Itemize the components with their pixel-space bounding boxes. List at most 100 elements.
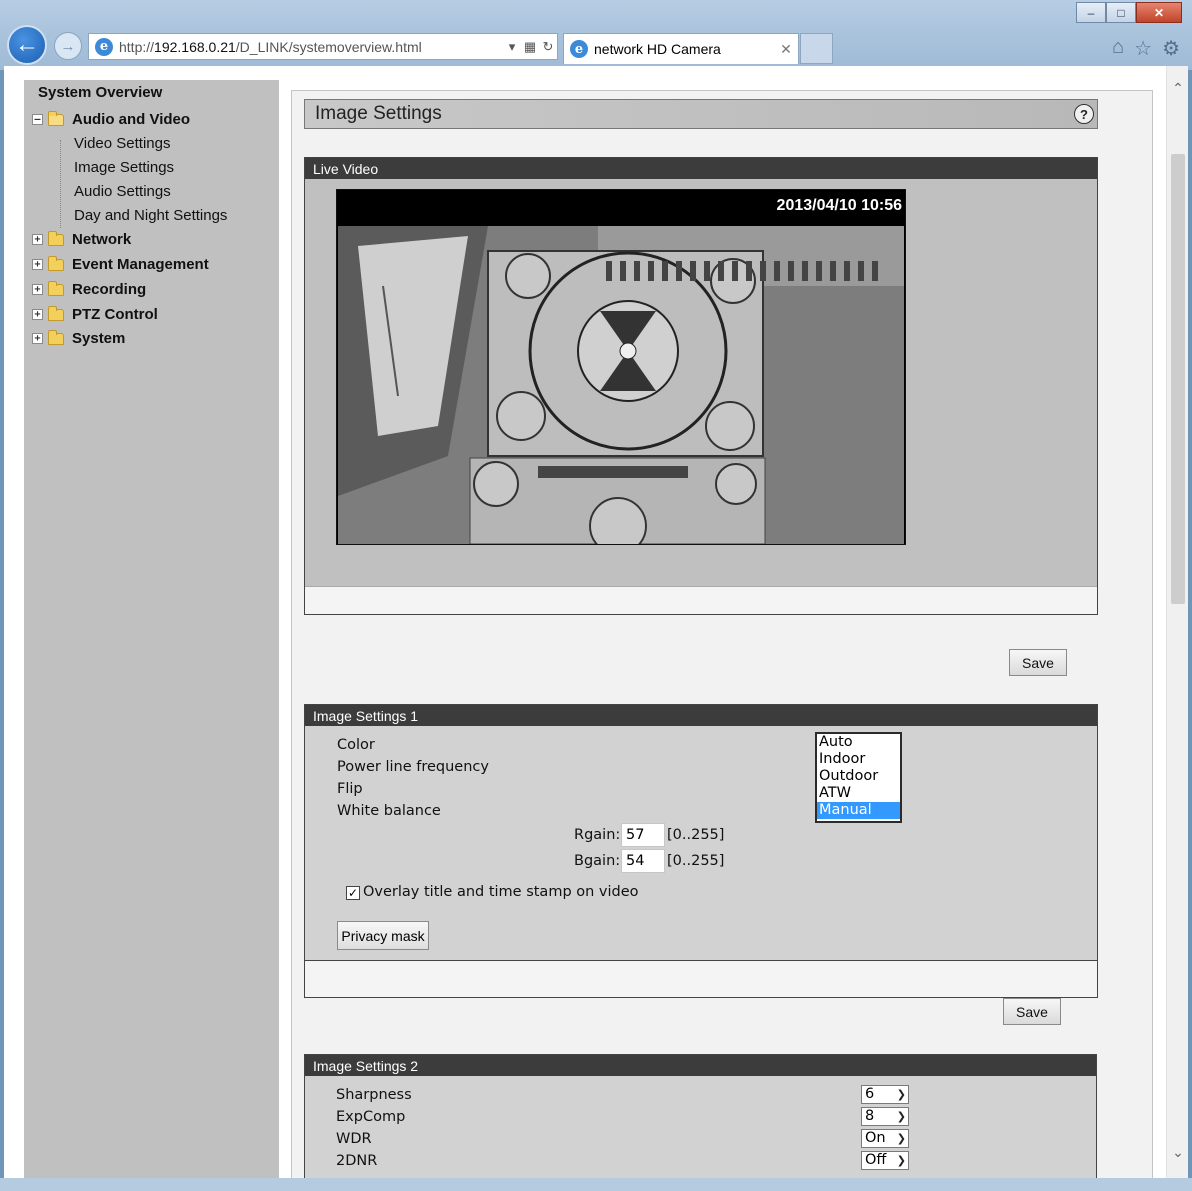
scroll-up-icon[interactable]: ⌃ [1167,80,1188,100]
section-header: Image Settings 2 [305,1055,1096,1076]
overlay-checkbox[interactable]: ✓ [346,886,360,900]
white-balance-listbox[interactable]: Auto Indoor Outdoor ATW Manual [815,732,902,823]
close-window-button[interactable]: ✕ [1136,2,1182,23]
refresh-icon[interactable]: ↻ [539,39,557,55]
expand-icon[interactable]: + [32,333,43,344]
url-text[interactable]: http://192.168.0.21/D_LINK/systemovervie… [119,39,503,55]
browser-tab[interactable]: e network HD Camera ✕ [563,33,799,64]
section-header: Image Settings 1 [305,705,1097,726]
expcomp-label: ExpComp [336,1109,406,1125]
select-value: 6 [865,1086,875,1102]
rgain-label: Rgain: [574,827,621,843]
power-line-frequency-label: Power line frequency [337,759,489,775]
video-player[interactable]: 2013/04/10 10:56 [336,189,906,545]
folder-icon [48,255,64,271]
ie-page-icon: e [95,37,113,56]
main-panel: Image Settings ? Live Video 2013/04/10 1… [291,90,1153,1178]
nav-label: Audio and Video [72,111,191,128]
image-settings-1-body: Color Power line frequency Flip White ba… [305,726,1097,960]
nav-item-audio-and-video[interactable]: – Audio and Video [32,110,191,128]
bgain-label: Bgain: [574,853,621,869]
minimize-button[interactable]: – [1076,2,1106,23]
tree-connector-line [60,140,61,228]
ie-tab-icon: e [570,40,588,58]
forward-button[interactable]: → [54,32,82,60]
nav-item-video-settings[interactable]: Video Settings [74,135,170,152]
select-value: 8 [865,1108,875,1124]
save-button[interactable]: Save [1009,649,1067,676]
nav-item-image-settings[interactable]: Image Settings [74,159,174,176]
rgain-range: [0..255] [667,827,725,843]
maximize-button[interactable]: □ [1106,2,1136,23]
url-prefix: http:// [119,38,155,55]
dropdown-arrow-icon[interactable]: ▾ [503,39,521,55]
page-viewport: System Overview – Audio and Video Video … [4,66,1188,1178]
compatibility-icon[interactable]: ▦ [521,39,539,55]
address-bar[interactable]: e http://192.168.0.21/D_LINK/systemoverv… [88,33,558,60]
expcomp-select[interactable]: 8 ❯ [861,1107,909,1126]
vertical-scrollbar[interactable]: ⌃ ⌄ [1166,66,1188,1178]
window-controls: – □ ✕ [1076,2,1182,23]
help-icon[interactable]: ? [1074,104,1094,124]
scroll-thumb[interactable] [1171,154,1185,604]
nav-item-ptz-control[interactable]: + PTZ Control [32,305,158,323]
nav-item-day-and-night-settings[interactable]: Day and Night Settings [74,207,227,224]
live-video-area: 2013/04/10 10:56 [305,179,1097,586]
chevron-down-icon: ❯ [896,1088,906,1101]
window-titlebar: – □ ✕ ← → e http://192.168.0.21/D_LINK/s… [0,0,1192,70]
nav-label: Day and Night Settings [74,207,228,224]
2dnr-label: 2DNR [336,1153,378,1169]
expand-icon[interactable]: + [32,259,43,270]
wdr-select[interactable]: On ❯ [861,1129,909,1148]
expand-icon[interactable]: + [32,284,43,295]
tab-close-icon[interactable]: ✕ [774,41,798,58]
home-icon[interactable]: ⌂ [1112,36,1124,61]
new-tab-button[interactable] [800,33,833,64]
camera-feed-image [338,226,904,544]
expand-icon[interactable]: + [32,234,43,245]
2dnr-select[interactable]: Off ❯ [861,1151,909,1170]
overlay-label: Overlay title and time stamp on video [363,884,639,900]
privacy-mask-button[interactable]: Privacy mask [337,921,429,950]
settings-gear-icon[interactable]: ⚙ [1162,36,1180,61]
scroll-down-icon[interactable]: ⌄ [1167,1144,1188,1164]
nav-item-system[interactable]: + System [32,329,125,347]
white-balance-option[interactable]: Auto [817,734,900,751]
section-header: Live Video [305,158,1097,179]
white-balance-option[interactable]: Indoor [817,751,900,768]
favorites-star-icon[interactable]: ☆ [1134,36,1152,61]
video-timestamp: 2013/04/10 10:56 [776,197,902,214]
bgain-range: [0..255] [667,853,725,869]
flip-label: Flip [337,781,363,797]
image-settings-1-section: Image Settings 1 Color Power line freque… [304,704,1098,961]
nav-item-recording[interactable]: + Recording [32,280,146,298]
nav-item-event-management[interactable]: + Event Management [32,255,209,273]
expand-icon[interactable]: + [32,309,43,320]
image-settings-2-section: Image Settings 2 Sharpness 6 ❯ ExpComp 8… [304,1054,1097,1178]
back-button[interactable]: ← [7,25,47,65]
rgain-input[interactable]: 57 [621,823,665,847]
status-bar [0,1178,1192,1191]
nav-label: Image Settings [74,159,175,176]
nav-title[interactable]: System Overview [38,84,162,101]
collapse-icon[interactable]: – [32,114,43,125]
white-balance-label: White balance [337,803,441,819]
sharpness-select[interactable]: 6 ❯ [861,1085,909,1104]
color-label: Color [337,737,375,753]
page-title: Image Settings [315,103,442,124]
white-balance-option[interactable]: Outdoor [817,768,900,785]
left-nav-tree: System Overview – Audio and Video Video … [24,80,279,1178]
select-value: On [865,1130,886,1146]
white-balance-option-selected[interactable]: Manual [817,802,900,819]
sharpness-label: Sharpness [336,1087,412,1103]
folder-icon [48,230,64,246]
save-button-2[interactable]: Save [1003,998,1061,1025]
bgain-input[interactable]: 54 [621,849,665,873]
wdr-label: WDR [336,1131,372,1147]
nav-item-audio-settings[interactable]: Audio Settings [74,183,171,200]
folder-open-icon [48,110,64,126]
url-path: /D_LINK/systemoverview.html [235,38,422,55]
nav-item-network[interactable]: + Network [32,230,131,248]
white-balance-option[interactable]: ATW [817,785,900,802]
nav-label: Event Management [72,256,209,273]
